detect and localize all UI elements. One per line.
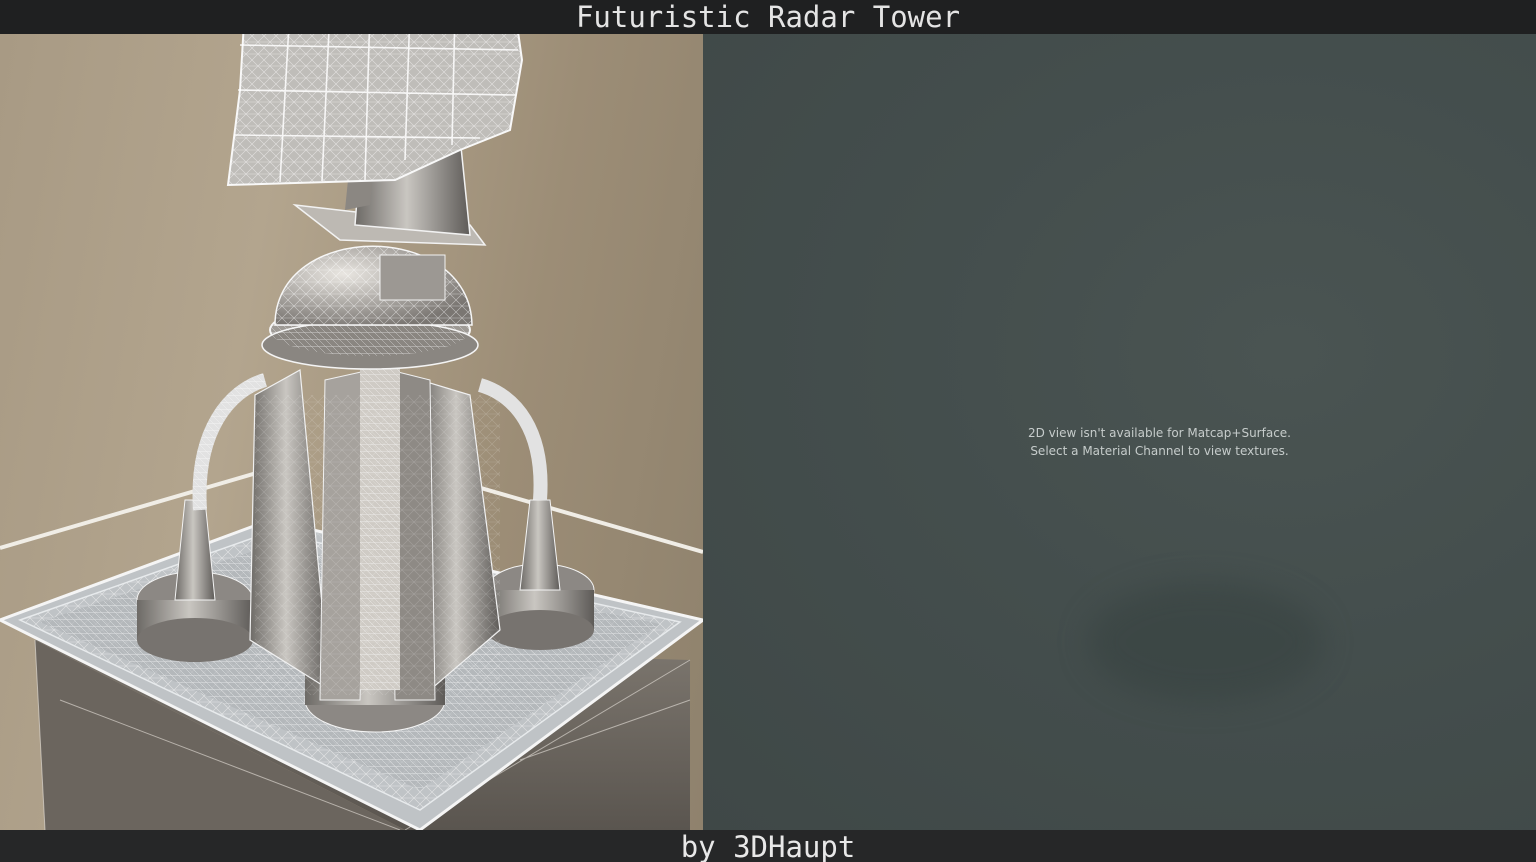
unavailable-notice-line1: 2D view isn't available for Matcap+Surfa… <box>1027 426 1291 440</box>
radar-dish-panel <box>226 34 524 187</box>
unavailable-notice-line2: Select a Material Channel to view textur… <box>1030 444 1289 458</box>
credit-text: by 3DHaupt <box>680 830 856 862</box>
title-banner: Futuristic Radar Tower <box>0 0 1536 34</box>
viewport-2d[interactable]: 2D view isn't available for Matcap+Surfa… <box>703 34 1536 830</box>
radar-tower-wireframe-model <box>0 34 703 830</box>
tower-pillars <box>249 360 501 701</box>
viewport-3d[interactable] <box>0 34 703 830</box>
credit-banner: by 3DHaupt <box>0 830 1536 862</box>
dish-shadow <box>1088 582 1323 702</box>
title-text: Futuristic Radar Tower <box>575 0 961 34</box>
video-frame: Futuristic Radar Tower 2D view isn't ava… <box>0 0 1536 862</box>
